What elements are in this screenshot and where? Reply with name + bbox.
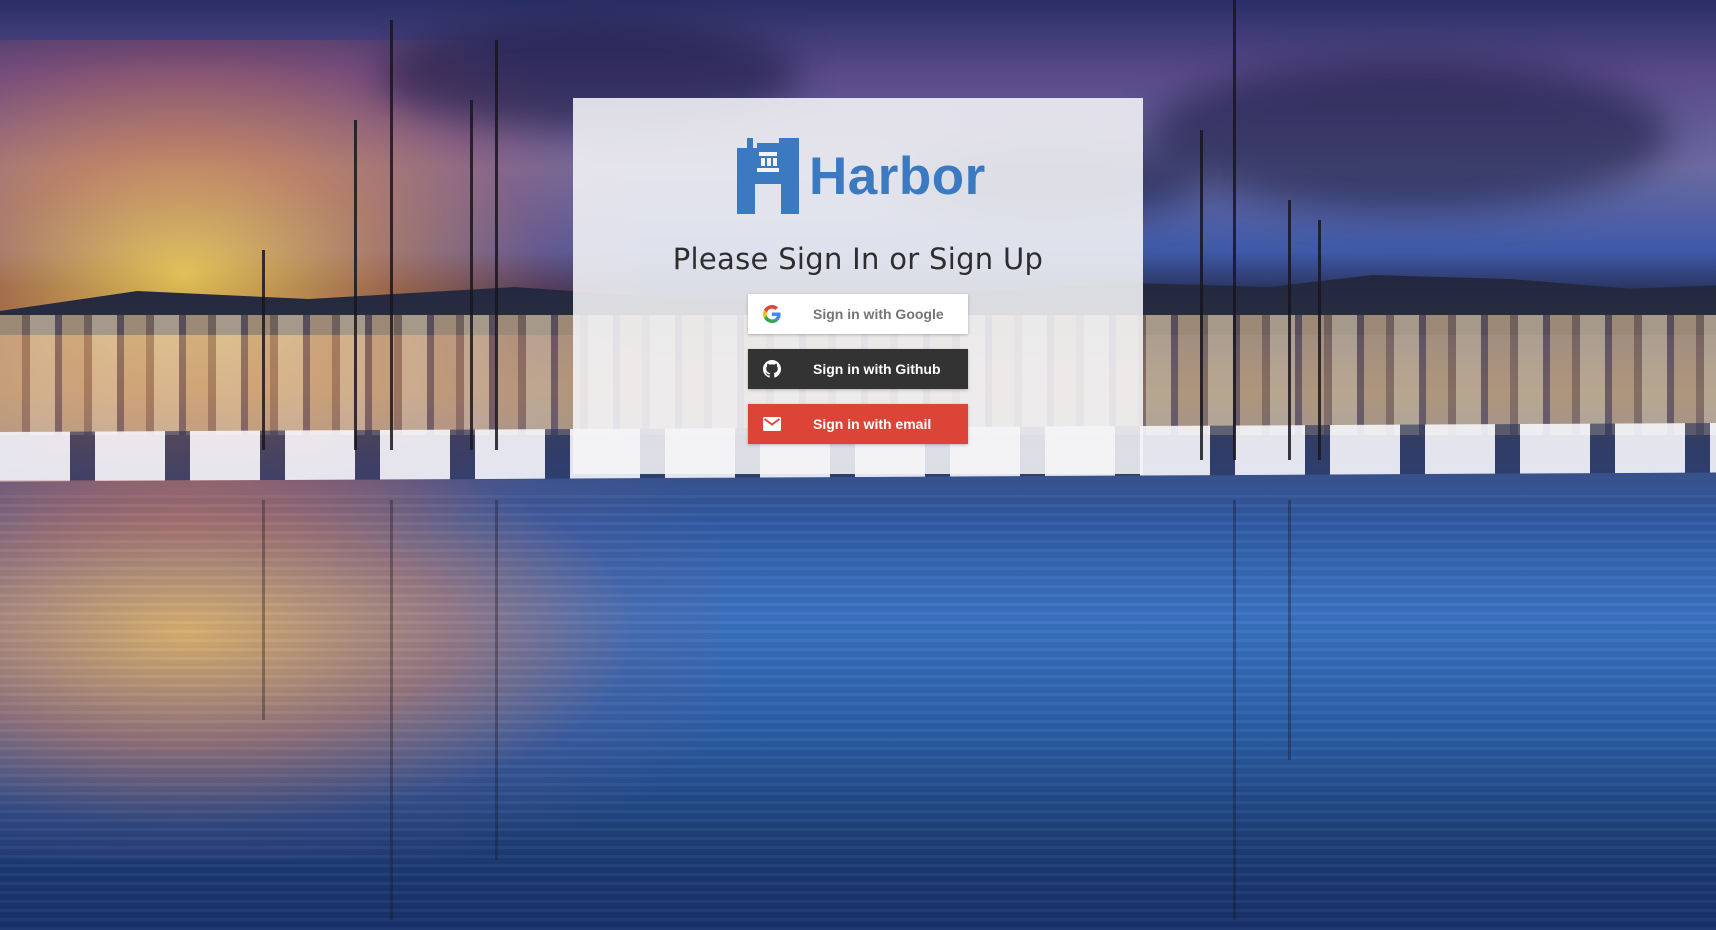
mail-icon	[763, 415, 781, 433]
google-signin-label: Sign in with Google	[813, 306, 944, 322]
github-signin-button[interactable]: Sign in with Github	[748, 349, 968, 389]
harbor-lighthouse-icon	[737, 138, 799, 214]
google-icon	[763, 305, 781, 323]
github-signin-label: Sign in with Github	[813, 361, 941, 377]
email-signin-label: Sign in with email	[813, 416, 932, 432]
google-signin-button[interactable]: Sign in with Google	[748, 294, 968, 334]
github-icon	[763, 360, 781, 378]
harbor-logo: Harbor	[737, 136, 987, 216]
page-title: Please Sign In or Sign Up	[672, 242, 1044, 276]
email-signin-button[interactable]: Sign in with email	[748, 404, 968, 444]
brand-name: Harbor	[809, 146, 986, 206]
login-card: Harbor Please Sign In or Sign Up Sign in…	[573, 98, 1143, 474]
